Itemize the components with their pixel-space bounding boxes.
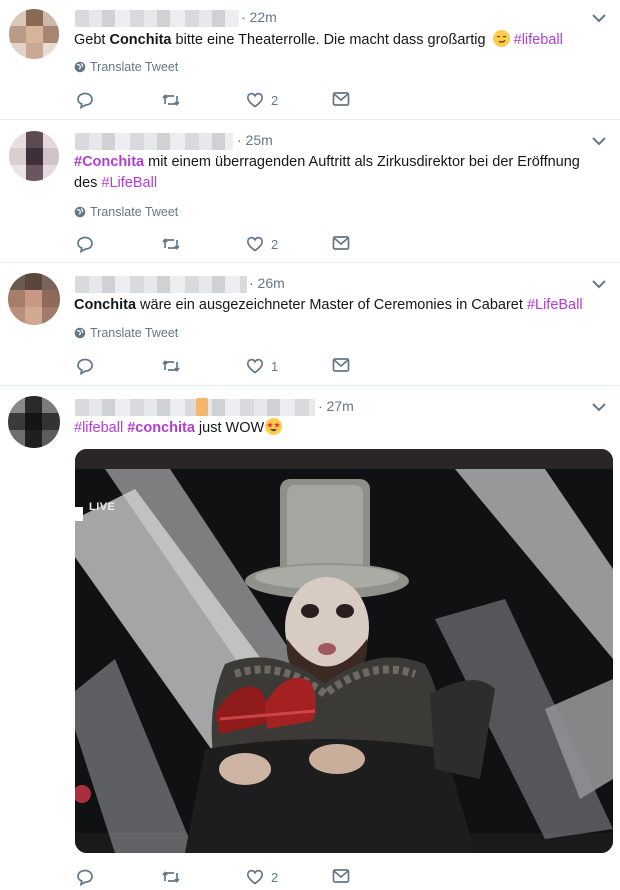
reply-icon bbox=[77, 869, 93, 886]
timestamp[interactable]: · 27m bbox=[318, 398, 354, 414]
tweet-text: Gebt Conchita bitte eine Theaterrolle. D… bbox=[74, 30, 563, 48]
like-count: 2 bbox=[271, 92, 279, 108]
translate-tweet-link[interactable]: Translate Tweet bbox=[74, 205, 178, 219]
dm-button[interactable] bbox=[332, 357, 350, 373]
star-struck-face-emoji bbox=[265, 418, 283, 435]
smirking-face-emoji bbox=[492, 30, 510, 47]
globe-icon bbox=[74, 327, 86, 339]
chevron-down-icon[interactable] bbox=[590, 11, 608, 25]
heart-icon bbox=[246, 869, 264, 885]
tweet-actions: 2 bbox=[76, 235, 376, 255]
heart-icon bbox=[246, 92, 264, 108]
retweet-icon bbox=[162, 871, 180, 883]
tweet-4[interactable]: · 27m #lifeball #conchita just WOW LIVE … bbox=[0, 386, 620, 890]
avatar[interactable] bbox=[8, 273, 60, 325]
hashtag-link[interactable]: #lifeball bbox=[74, 420, 123, 436]
retweet-icon bbox=[162, 94, 180, 106]
timestamp[interactable]: · 25m bbox=[237, 132, 273, 148]
dm-button[interactable] bbox=[332, 868, 350, 884]
hashtag-link[interactable]: #conchita bbox=[127, 420, 195, 436]
tweet-text: Conchita wäre ein ausgezeichneter Master… bbox=[74, 297, 583, 313]
avatar[interactable] bbox=[8, 396, 60, 448]
globe-icon bbox=[74, 206, 86, 218]
chevron-down-icon[interactable] bbox=[590, 134, 608, 148]
tweet-photo[interactable]: LIVE bbox=[75, 449, 613, 853]
reply-button[interactable] bbox=[76, 91, 94, 109]
envelope-icon bbox=[332, 92, 350, 106]
reply-button[interactable] bbox=[76, 235, 94, 253]
timestamp[interactable]: · 26m bbox=[249, 275, 285, 291]
avatar[interactable] bbox=[9, 131, 59, 181]
like-button[interactable]: 2 bbox=[246, 91, 278, 109]
live-label: LIVE bbox=[89, 501, 116, 513]
hashtag-link[interactable]: #LifeBall bbox=[527, 297, 583, 313]
tweet-actions: 2 bbox=[76, 868, 376, 888]
envelope-icon bbox=[332, 236, 350, 250]
reply-icon bbox=[77, 236, 93, 253]
dm-button[interactable] bbox=[332, 235, 350, 251]
envelope-icon bbox=[332, 869, 350, 883]
like-count: 2 bbox=[271, 869, 279, 885]
heart-icon bbox=[246, 236, 264, 252]
heart-icon bbox=[246, 358, 264, 374]
envelope-icon bbox=[332, 358, 350, 372]
retweet-button[interactable] bbox=[161, 357, 181, 375]
tweet-3[interactable]: · 26m Conchita wäre ein ausgezeichneter … bbox=[0, 263, 620, 386]
tweet-2[interactable]: · 25m #Conchita mit einem überragenden A… bbox=[0, 120, 620, 263]
dm-button[interactable] bbox=[332, 91, 350, 107]
name-emoji-redacted bbox=[196, 398, 208, 416]
translate-tweet-link[interactable]: Translate Tweet bbox=[74, 326, 178, 340]
like-count: 2 bbox=[271, 236, 279, 252]
author-name-redacted[interactable] bbox=[75, 399, 315, 416]
reply-button[interactable] bbox=[76, 357, 94, 375]
reply-icon bbox=[77, 92, 93, 109]
retweet-button[interactable] bbox=[161, 868, 181, 886]
globe-icon bbox=[74, 61, 86, 73]
reply-icon bbox=[77, 358, 93, 375]
retweet-icon bbox=[162, 360, 180, 372]
tweet-text: #lifeball #conchita just WOW bbox=[74, 418, 600, 439]
hashtag-link[interactable]: #Conchita bbox=[74, 154, 144, 170]
author-name-redacted[interactable] bbox=[75, 133, 233, 150]
chevron-down-icon[interactable] bbox=[590, 400, 608, 414]
like-button[interactable]: 2 bbox=[246, 235, 278, 253]
like-count: 1 bbox=[271, 358, 279, 374]
retweet-button[interactable] bbox=[161, 235, 181, 253]
author-name-redacted[interactable] bbox=[75, 10, 239, 27]
tweet-1[interactable]: · 22m Gebt Conchita bitte eine Theaterro… bbox=[0, 0, 620, 120]
hashtag-link[interactable]: #LifeBall bbox=[101, 175, 157, 191]
hashtag-link[interactable]: #lifeball bbox=[514, 32, 563, 48]
avatar[interactable] bbox=[9, 9, 59, 59]
translate-tweet-link[interactable]: Translate Tweet bbox=[74, 60, 178, 74]
tweet-actions: 1 bbox=[76, 357, 376, 377]
timestamp[interactable]: · 22m bbox=[241, 9, 277, 25]
retweet-icon bbox=[162, 238, 180, 250]
retweet-button[interactable] bbox=[161, 91, 181, 109]
author-name-redacted[interactable] bbox=[75, 276, 247, 293]
reply-button[interactable] bbox=[76, 868, 94, 886]
tweet-text: #Conchita mit einem überragenden Auftrit… bbox=[74, 154, 580, 191]
mention-name: Conchita bbox=[74, 297, 137, 313]
like-button[interactable]: 2 bbox=[246, 868, 278, 886]
tweet-actions: 2 bbox=[76, 91, 376, 111]
photo-tv-screen bbox=[75, 449, 613, 853]
like-button[interactable]: 1 bbox=[246, 357, 278, 375]
mention-name: Conchita bbox=[109, 32, 172, 48]
chevron-down-icon[interactable] bbox=[590, 277, 608, 291]
